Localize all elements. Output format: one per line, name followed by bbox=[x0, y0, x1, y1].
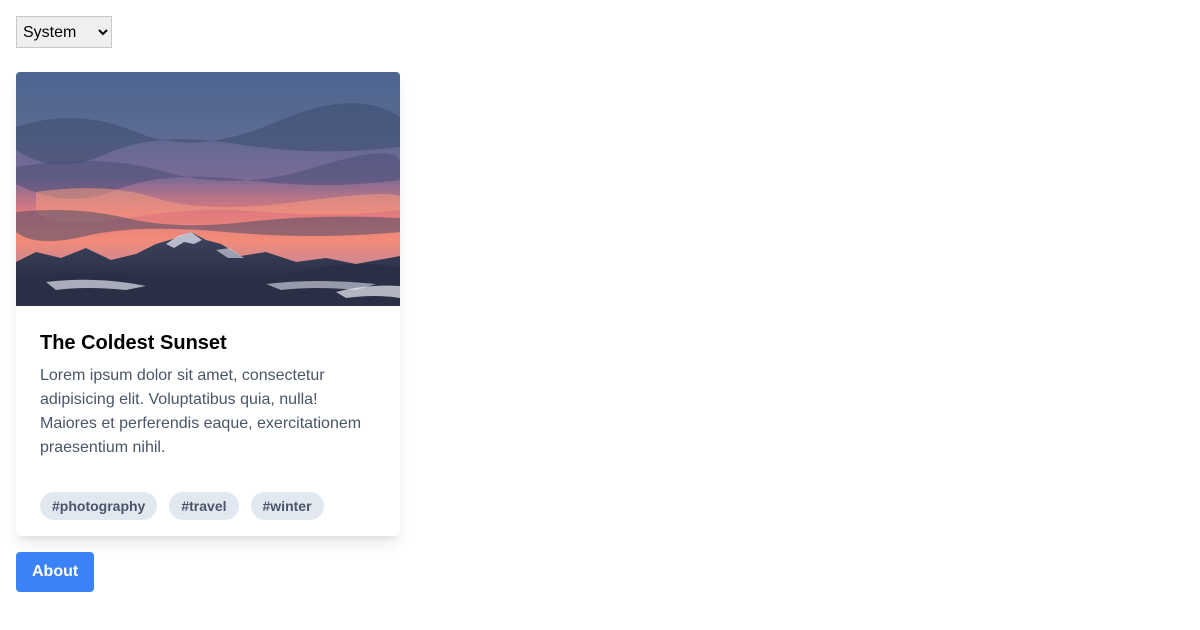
card-body: The Coldest Sunset Lorem ipsum dolor sit… bbox=[16, 306, 400, 476]
about-button[interactable]: About bbox=[16, 552, 95, 592]
card-description: Lorem ipsum dolor sit amet, consectetur … bbox=[40, 367, 362, 456]
tag-list: #photography #travel #winter bbox=[16, 476, 400, 536]
tag-photography[interactable]: #photography bbox=[40, 492, 158, 520]
tag-travel[interactable]: #travel bbox=[169, 492, 239, 520]
card-title: The Coldest Sunset bbox=[40, 332, 227, 354]
card-image bbox=[16, 72, 400, 306]
page: System The Coldest Sunset Lorem ipsum do… bbox=[0, 0, 1200, 630]
card: The Coldest Sunset Lorem ipsum dolor sit… bbox=[16, 72, 400, 536]
theme-select[interactable]: System bbox=[16, 16, 112, 48]
tag-winter[interactable]: #winter bbox=[250, 492, 324, 520]
